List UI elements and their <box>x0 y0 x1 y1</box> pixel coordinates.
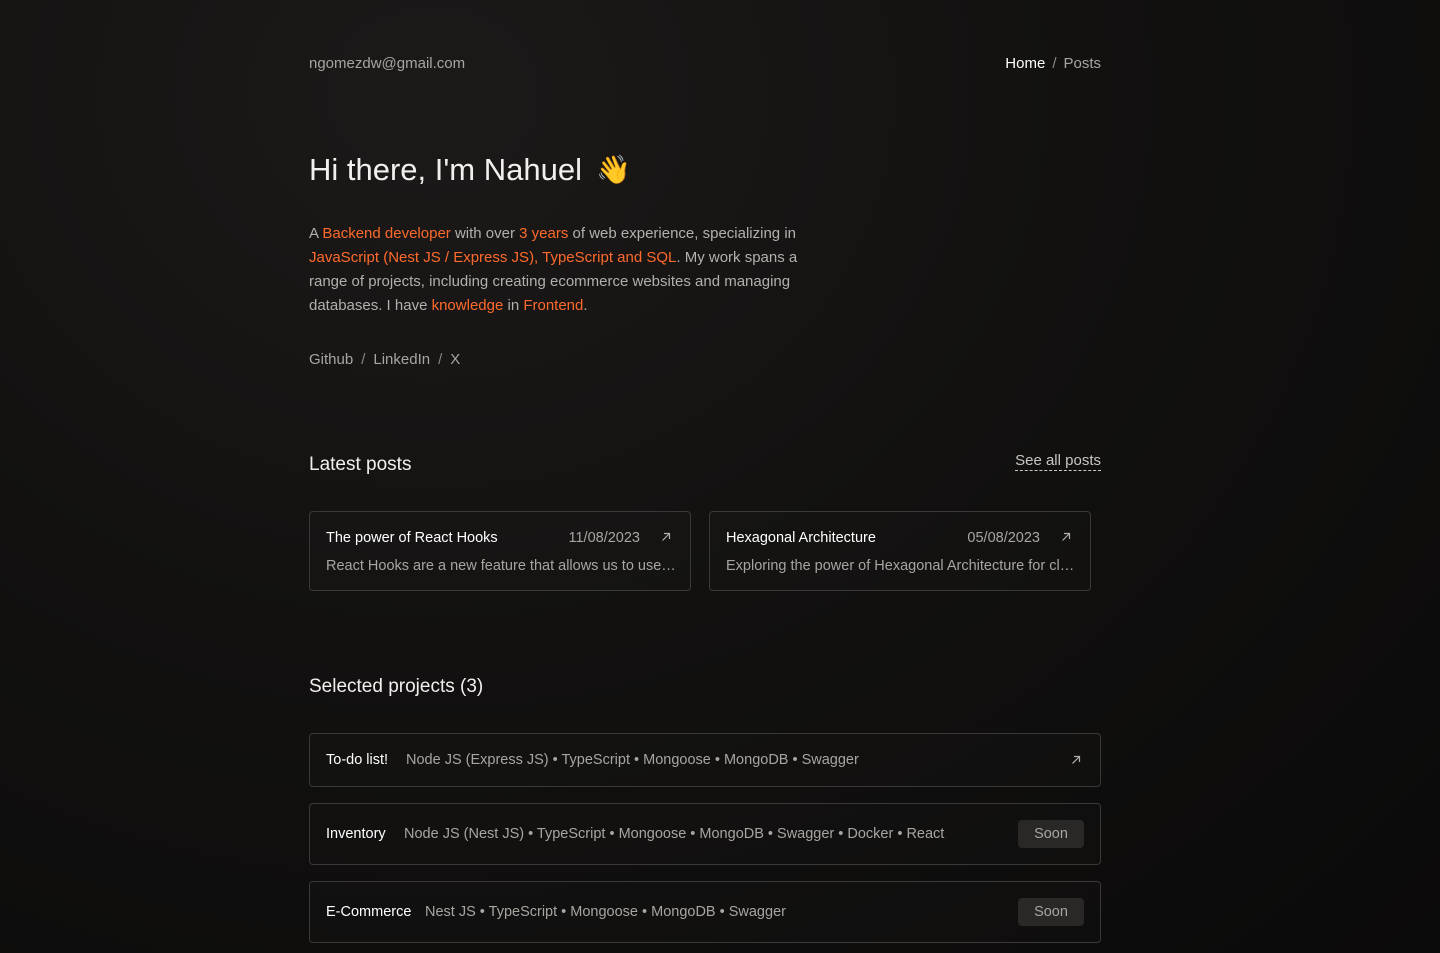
bio-highlight-knowledge: knowledge <box>431 297 504 314</box>
see-all-posts-link[interactable]: See all posts <box>1015 452 1101 471</box>
post-date: 05/08/2023 <box>967 530 1040 546</box>
social-separator: / <box>361 351 366 368</box>
soon-badge: Soon <box>1018 898 1084 926</box>
waving-hand-icon: 👋 <box>595 154 631 185</box>
github-link[interactable]: Github <box>309 351 353 368</box>
x-link[interactable]: X <box>450 351 460 368</box>
post-excerpt: React Hooks are a new feature that allow… <box>326 558 676 574</box>
bio-text: A <box>309 225 323 242</box>
bio-text: with over <box>450 225 520 242</box>
project-row-todo[interactable]: To-do list! Node JS (Express JS) • TypeS… <box>309 733 1101 787</box>
selected-projects-heading: Selected projects (3) <box>309 676 484 697</box>
arrow-up-right-icon <box>1072 755 1081 764</box>
project-name: To-do list! <box>326 752 389 768</box>
post-card[interactable]: The power of React Hooks 11/08/2023 Reac… <box>309 511 691 591</box>
social-separator: / <box>438 351 443 368</box>
latest-posts-heading: Latest posts <box>309 454 412 475</box>
email-link[interactable]: ngomezdw@gmail.com <box>309 55 465 72</box>
project-stack: Node JS (Nest JS) • TypeScript • Mongoos… <box>404 826 945 842</box>
arrow-up-right-icon <box>1062 532 1071 541</box>
post-title: Hexagonal Architecture <box>726 530 876 546</box>
soon-badge: Soon <box>1018 820 1084 848</box>
post-excerpt: Exploring the power of Hexagonal Archite… <box>726 558 1076 574</box>
nav-posts-link[interactable]: Posts <box>1063 55 1101 72</box>
bio-text: of web experience, specializing in <box>568 225 796 242</box>
project-stack: Nest JS • TypeScript • Mongoose • MongoD… <box>425 904 786 920</box>
linkedin-link[interactable]: LinkedIn <box>373 351 430 368</box>
bio-highlight-years: 3 years <box>519 225 569 242</box>
project-row-ecommerce: E-Commerce Nest JS • TypeScript • Mongoo… <box>309 881 1101 943</box>
post-title: The power of React Hooks <box>326 530 498 546</box>
bio-highlight-frontend: Frontend <box>523 297 584 314</box>
nav-home-link[interactable]: Home <box>1005 55 1045 72</box>
social-links: Github / LinkedIn / X <box>309 351 460 368</box>
bio-highlight-tech: JavaScript (Nest JS / Express JS), TypeS… <box>309 249 677 266</box>
project-stack: Node JS (Express JS) • TypeScript • Mong… <box>406 752 859 768</box>
nav-separator: / <box>1052 55 1057 72</box>
project-name: E-Commerce <box>326 904 412 920</box>
bio-text: in <box>503 297 524 314</box>
bio-highlight-role: Backend developer <box>322 225 451 242</box>
post-card[interactable]: Hexagonal Architecture 05/08/2023 Explor… <box>709 511 1091 591</box>
post-date: 11/08/2023 <box>568 530 641 546</box>
project-name: Inventory <box>326 826 386 842</box>
bio-text: . <box>583 297 588 314</box>
project-row-inventory: Inventory Node JS (Nest JS) • TypeScript… <box>309 803 1101 865</box>
hero-title-text: Hi there, I'm Nahuel <box>309 152 582 187</box>
breadcrumb-nav: Home / Posts <box>1005 55 1101 72</box>
arrow-up-right-icon <box>662 532 671 541</box>
bio-paragraph: A Backend developer with over 3 years of… <box>309 222 799 318</box>
top-bar: ngomezdw@gmail.com Home / Posts <box>309 55 1101 75</box>
hero-heading: Hi there, I'm Nahuel 👋 <box>309 152 631 188</box>
